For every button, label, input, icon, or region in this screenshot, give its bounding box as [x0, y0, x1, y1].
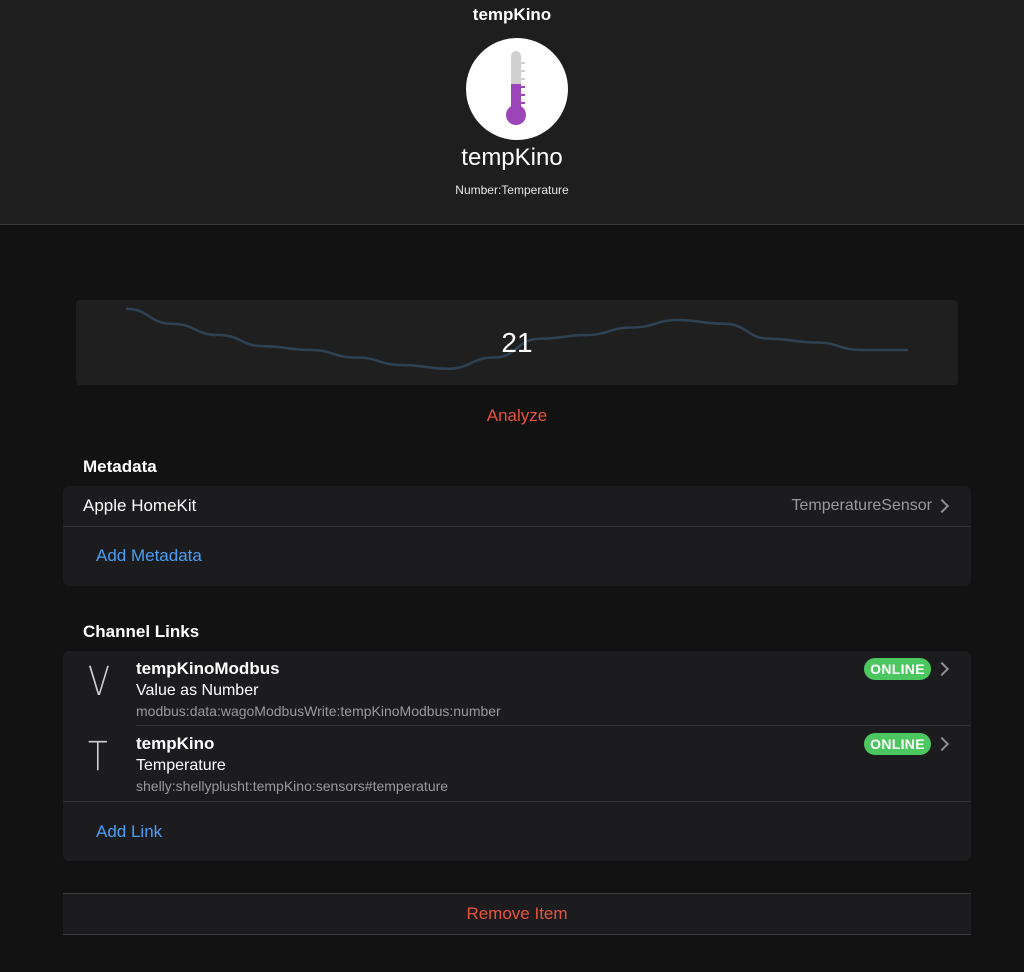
channel-letter-icon: V [88, 659, 110, 705]
channel-link-uid: modbus:data:wagoModbusWrite:tempKinoModb… [136, 703, 501, 719]
chevron-right-icon [934, 736, 950, 752]
item-type: Number:Temperature [455, 183, 569, 197]
nav-title: tempKino [472, 5, 552, 24]
status-badge: ONLINE [864, 733, 931, 755]
thermometer-icon [466, 38, 568, 140]
channel-letter-icon: T [88, 734, 108, 780]
channel-link-row[interactable]: V tempKinoModbus Value as Number modbus:… [63, 651, 971, 726]
chevron-right-icon [934, 498, 950, 514]
metadata-section-title: Metadata [83, 457, 157, 476]
channel-link-subtitle: Temperature [136, 757, 226, 774]
channel-link-subtitle: Value as Number [136, 682, 259, 699]
status-badge: ONLINE [864, 658, 931, 680]
channel-link-title: tempKino [136, 734, 215, 753]
analyze-button[interactable]: Analyze [0, 406, 1024, 426]
remove-item-bar[interactable]: Remove Item [63, 893, 971, 935]
channel-links-section-title: Channel Links [83, 622, 200, 641]
channel-link-uid: shelly:shellyplusht:tempKino:sensors#tem… [136, 778, 449, 794]
metadata-row-homekit[interactable]: Apple HomeKit TemperatureSensor [63, 486, 971, 526]
item-header: tempKino tempKino Number:Temperature [0, 0, 1024, 225]
metadata-label: Apple HomeKit [83, 496, 197, 515]
item-name: tempKino [461, 144, 563, 171]
metadata-value: TemperatureSensor [791, 497, 932, 514]
channel-link-title: tempKinoModbus [136, 659, 280, 678]
current-state-value: 21 [501, 327, 533, 358]
remove-item-button[interactable]: Remove Item [63, 904, 971, 924]
add-metadata-button[interactable]: Add Metadata [96, 546, 202, 566]
state-chart-card[interactable]: 21 [76, 300, 958, 385]
divider [63, 801, 971, 802]
chevron-right-icon [934, 661, 950, 677]
metadata-group: Apple HomeKit TemperatureSensor Add Meta… [63, 486, 971, 586]
add-link-button[interactable]: Add Link [96, 822, 162, 842]
channel-link-row[interactable]: T tempKino Temperature shelly:shellyplus… [63, 726, 971, 801]
divider [63, 526, 971, 527]
channel-links-group: V tempKinoModbus Value as Number modbus:… [63, 651, 971, 861]
